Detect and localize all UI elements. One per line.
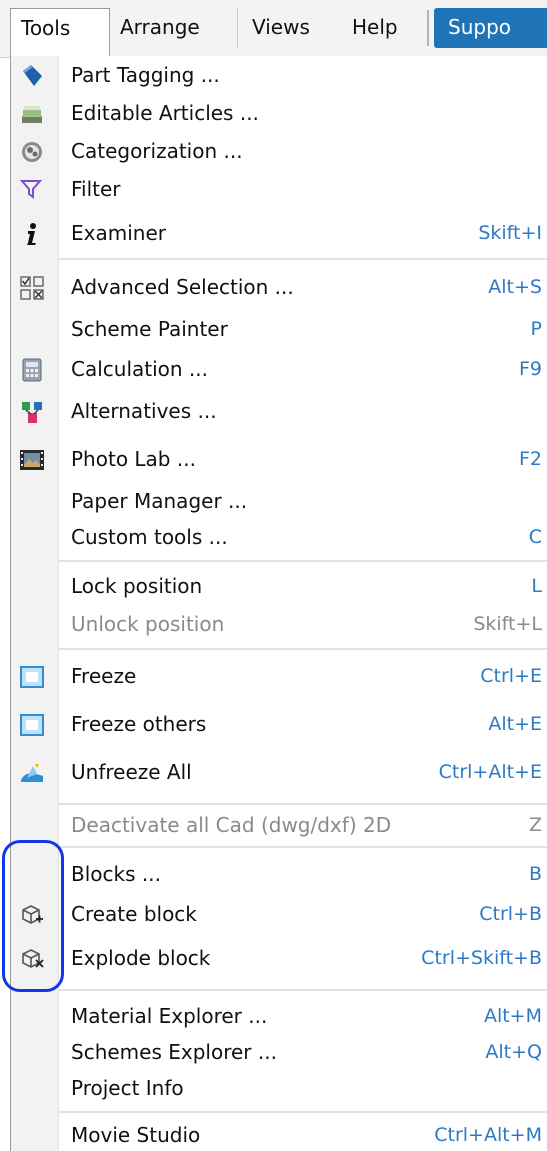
menu-bar: Tools Arrange Views Help Suppo [0,0,547,59]
menu-item-shortcut: F2 [518,448,542,470]
menu-item-label: Blocks ... [71,862,161,886]
menu-item-shortcut: Ctrl+Alt+E [438,761,542,783]
menu-item-paper-manager[interactable]: Paper Manager ... [11,482,547,520]
menu-item-editable-articles[interactable]: Editable Articles ... [11,94,547,132]
articles-icon [19,101,45,127]
menu-separator [59,803,547,805]
menu-item-label: Movie Studio [71,1123,201,1147]
menu-item-label: Material Explorer ... [71,1004,268,1028]
menu-item-label: Create block [71,902,197,926]
menu-item-label: Project Info [71,1076,184,1100]
menu-separator [59,1111,547,1113]
menu-item-examiner[interactable]: Examiner Skift+I [11,214,547,252]
menu-item-shortcut: Alt+S [488,276,542,298]
highlight-ring-annotation [2,840,64,992]
menu-item-label: Photo Lab ... [71,447,196,471]
info-icon [19,221,45,247]
menu-item-freeze[interactable]: Freeze Ctrl+E [11,657,547,695]
menu-item-create-block[interactable]: Create block Ctrl+B [11,895,547,933]
film-icon [19,447,45,473]
menu-tab-tools[interactable]: Tools [10,8,110,59]
menu-item-label: Part Tagging ... [71,63,220,87]
menu-item-part-tagging[interactable]: Part Tagging ... [11,56,547,94]
menu-item-blocks[interactable]: Blocks ... B [11,855,547,893]
menu-item-shortcut: Alt+M [483,1005,542,1027]
menu-item-label: Filter [71,177,121,201]
menu-tab-help[interactable]: Help [334,8,426,48]
menu-item-label: Scheme Painter [71,317,228,341]
menu-separator [59,989,547,991]
menu-item-shortcut: Z [528,814,542,836]
menu-item-shortcut: Ctrl+B [479,903,542,925]
menu-tab-views[interactable]: Views [238,8,334,48]
menu-item-label: Schemes Explorer ... [71,1040,277,1064]
menu-item-shortcut: C [528,526,542,548]
menu-item-shortcut: L [531,575,542,597]
menu-separator [59,258,547,260]
menu-item-movie-studio[interactable]: Movie Studio Ctrl+Alt+M [11,1116,547,1151]
alternatives-icon [19,399,45,425]
menu-item-shortcut: Ctrl+Skift+B [421,947,542,969]
menu-item-shortcut: Ctrl+E [480,665,542,687]
menu-item-label: Custom tools ... [71,525,228,549]
menu-item-shortcut: Skift+I [478,222,542,244]
menu-item-deactivate-cad: Deactivate all Cad (dwg/dxf) 2D Z [11,806,547,844]
freeze-icon [19,664,45,690]
menu-item-lock-position[interactable]: Lock position L [11,567,547,605]
menu-item-label: Unfreeze All [71,760,192,784]
menu-item-filter[interactable]: Filter [11,170,547,208]
menu-item-project-info[interactable]: Project Info [11,1069,547,1107]
menu-item-label: Unlock position [71,612,225,636]
menu-item-label: Editable Articles ... [71,101,259,125]
calculator-icon [19,357,45,383]
menu-item-scheme-painter[interactable]: Scheme Painter P [11,310,547,348]
menu-separator [59,846,547,848]
menu-item-calculation[interactable]: Calculation ... F9 [11,350,547,388]
selection-grid-icon [19,275,45,301]
menu-item-schemes-explorer[interactable]: Schemes Explorer ... Alt+Q [11,1033,547,1071]
menu-item-freeze-others[interactable]: Freeze others Alt+E [11,705,547,743]
menu-item-label: Explode block [71,946,211,970]
menu-item-label: Alternatives ... [71,399,217,423]
menu-item-label: Deactivate all Cad (dwg/dxf) 2D [71,813,392,837]
freeze-others-icon [19,712,45,738]
categorization-icon [19,139,45,165]
menu-item-custom-tools[interactable]: Custom tools ... C [11,518,547,556]
menu-item-unfreeze-all[interactable]: Unfreeze All Ctrl+Alt+E [11,753,547,791]
support-button[interactable]: Suppo [434,8,547,48]
menu-item-shortcut: P [530,318,542,340]
menu-item-shortcut: Alt+Q [485,1041,542,1063]
menu-item-photo-lab[interactable]: Photo Lab ... F2 [11,440,547,478]
menu-item-material-explorer[interactable]: Material Explorer ... Alt+M [11,997,547,1035]
menu-item-advanced-selection[interactable]: Advanced Selection ... Alt+S [11,268,547,306]
unfreeze-icon [19,760,45,786]
menu-item-categorization[interactable]: Categorization ... [11,132,547,170]
menu-item-shortcut: Alt+E [488,713,542,735]
menu-item-alternatives[interactable]: Alternatives ... [11,392,547,430]
menu-item-label: Advanced Selection ... [71,275,294,299]
menu-item-unlock-position: Unlock position Skift+L [11,605,547,643]
menu-item-label: Paper Manager ... [71,489,248,513]
menu-item-shortcut: Ctrl+Alt+M [434,1124,542,1146]
tools-dropdown-menu: Part Tagging ... Editable Articles ... C… [10,56,547,1151]
menu-item-label: Lock position [71,574,203,598]
menu-item-label: Calculation ... [71,357,209,381]
menu-separator [59,560,547,562]
menu-item-shortcut: F9 [518,358,542,380]
menu-item-label: Categorization ... [71,139,243,163]
menu-tab-arrange[interactable]: Arrange [110,8,238,48]
menu-item-label: Examiner [71,221,166,245]
menu-item-label: Freeze [71,664,137,688]
menu-item-explode-block[interactable]: Explode block Ctrl+Skift+B [11,939,547,977]
menu-item-shortcut: B [528,863,542,885]
menubar-divider [427,10,429,46]
filter-icon [19,177,45,203]
menu-item-shortcut: Skift+L [473,613,542,635]
menu-item-label: Freeze others [71,712,207,736]
tag-icon [19,63,45,89]
menu-separator [59,648,547,650]
